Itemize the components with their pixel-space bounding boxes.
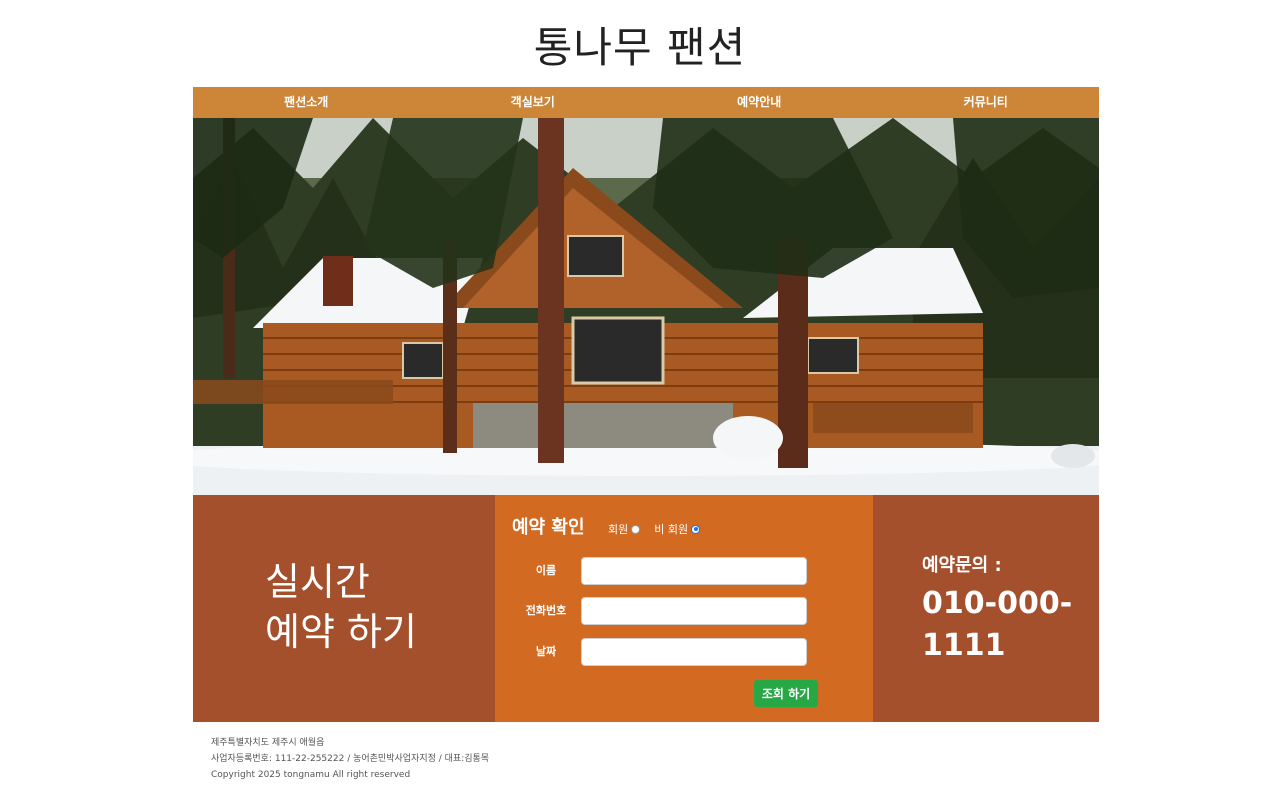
phone-field[interactable]	[581, 597, 807, 625]
footer-copyright: Copyright 2025 tongnamu All right reserv…	[211, 770, 411, 780]
name-field[interactable]	[581, 557, 807, 585]
name-row: 이름	[495, 557, 873, 585]
radio-member[interactable]: 회원	[608, 521, 641, 537]
radio-nonmember-label: 비 회원	[654, 523, 689, 536]
nav-item-intro[interactable]: 팬션소개	[193, 87, 420, 118]
phone-row: 전화번호	[495, 597, 873, 625]
contact-number: 010-000-1111	[922, 586, 1073, 663]
form-title: 예약 확인	[512, 517, 585, 538]
main-nav: 팬션소개 객실보기 예약안내 커뮤니티	[193, 87, 1099, 118]
hero-image	[193, 118, 1099, 495]
contact-panel: 예약문의 : 010-000-1111	[873, 495, 1099, 722]
realtime-line1: 실시간	[265, 560, 370, 604]
radio-nonmember-dot[interactable]	[691, 524, 701, 534]
member-radio-group: 회원 비 회원	[608, 521, 708, 537]
nav-item-reservation[interactable]: 예약안내	[646, 87, 873, 118]
nav-item-rooms[interactable]: 객실보기	[420, 87, 647, 118]
footer: 제주특별자치도 제주시 애월읍 사업자등록번호: 111-22-255222 /…	[211, 735, 489, 783]
reservation-form: 예약 확인 회원 비 회원 이름 전화번호 날짜 조회 하기	[495, 495, 873, 722]
realtime-heading: 실시간 예약 하기	[265, 557, 417, 657]
date-field[interactable]	[581, 638, 807, 666]
realtime-line2: 예약 하기	[265, 610, 417, 654]
radio-member-label: 회원	[608, 523, 629, 536]
nav-item-community[interactable]: 커뮤니티	[873, 87, 1100, 118]
cabin-illustration	[193, 118, 1099, 495]
footer-business: 사업자등록번호: 111-22-255222 / 농어촌민박사업자지정 / 대표…	[211, 754, 490, 764]
realtime-panel: 실시간 예약 하기	[193, 495, 495, 722]
lookup-button[interactable]: 조회 하기	[754, 680, 818, 707]
radio-nonmember[interactable]: 비 회원	[654, 521, 701, 537]
footer-address: 제주특별자치도 제주시 애월읍	[211, 738, 325, 748]
radio-member-dot[interactable]	[631, 524, 641, 534]
date-row: 날짜	[495, 638, 873, 666]
contact-label: 예약문의 :	[922, 555, 1002, 576]
site-title: 통나무 팬션	[533, 23, 747, 72]
